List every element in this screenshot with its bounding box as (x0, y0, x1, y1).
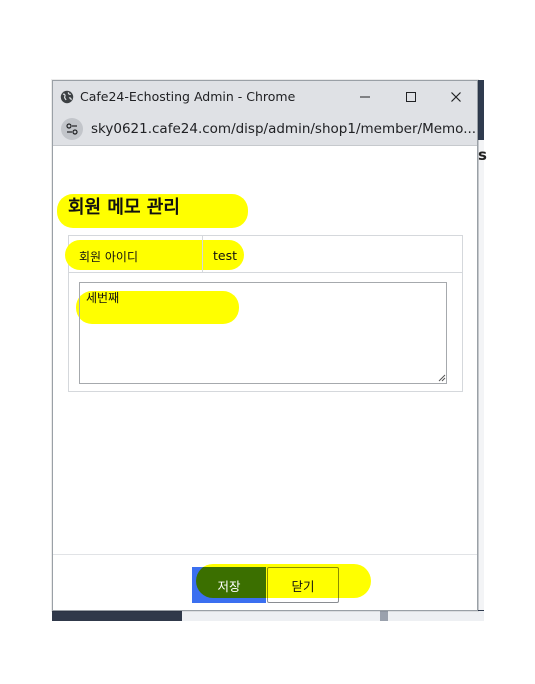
title-bar[interactable]: Cafe24-Echosting Admin - Chrome (53, 81, 477, 112)
site-settings-button[interactable] (61, 118, 83, 140)
close-icon (451, 91, 461, 102)
dialog-content: 회원 메모 관리 회원 아이디 test 세번째 (53, 146, 477, 554)
maximize-icon (406, 91, 416, 102)
dialog-footer: 저장 닫기 (53, 554, 477, 611)
background-page-scrollbar[interactable] (380, 611, 388, 621)
page-title: 회원 메모 관리 (68, 197, 180, 218)
minimize-icon (360, 96, 370, 97)
minimize-button[interactable] (342, 81, 388, 112)
page-url[interactable]: sky0621.cafe24.com/disp/admin/shop1/memb… (91, 121, 476, 137)
resize-grip-icon[interactable] (437, 373, 446, 382)
background-page-sidebar (52, 611, 182, 621)
member-id-value: test (213, 248, 238, 263)
background-page-column (478, 140, 484, 610)
popup-window: Cafe24-Echosting Admin - Chrome sky0621.… (52, 80, 478, 611)
close-button-label: 닫기 (291, 578, 315, 594)
save-button-label: 저장 (217, 578, 241, 594)
address-bar[interactable]: sky0621.cafe24.com/disp/admin/shop1/memb… (53, 112, 477, 146)
site-settings-icon (66, 123, 78, 135)
window-title: Cafe24-Echosting Admin - Chrome (80, 89, 296, 104)
window-close-button[interactable] (433, 81, 479, 112)
memo-textarea[interactable]: 세번째 (79, 282, 447, 384)
globe-icon (60, 90, 74, 104)
row-divider (202, 236, 203, 272)
member-id-row: 회원 아이디 test (65, 236, 462, 273)
memo-panel: 회원 아이디 test 세번째 (65, 235, 463, 392)
member-id-label: 회원 아이디 (79, 250, 139, 264)
maximize-button[interactable] (388, 81, 434, 112)
background-page-text: s (478, 146, 487, 164)
